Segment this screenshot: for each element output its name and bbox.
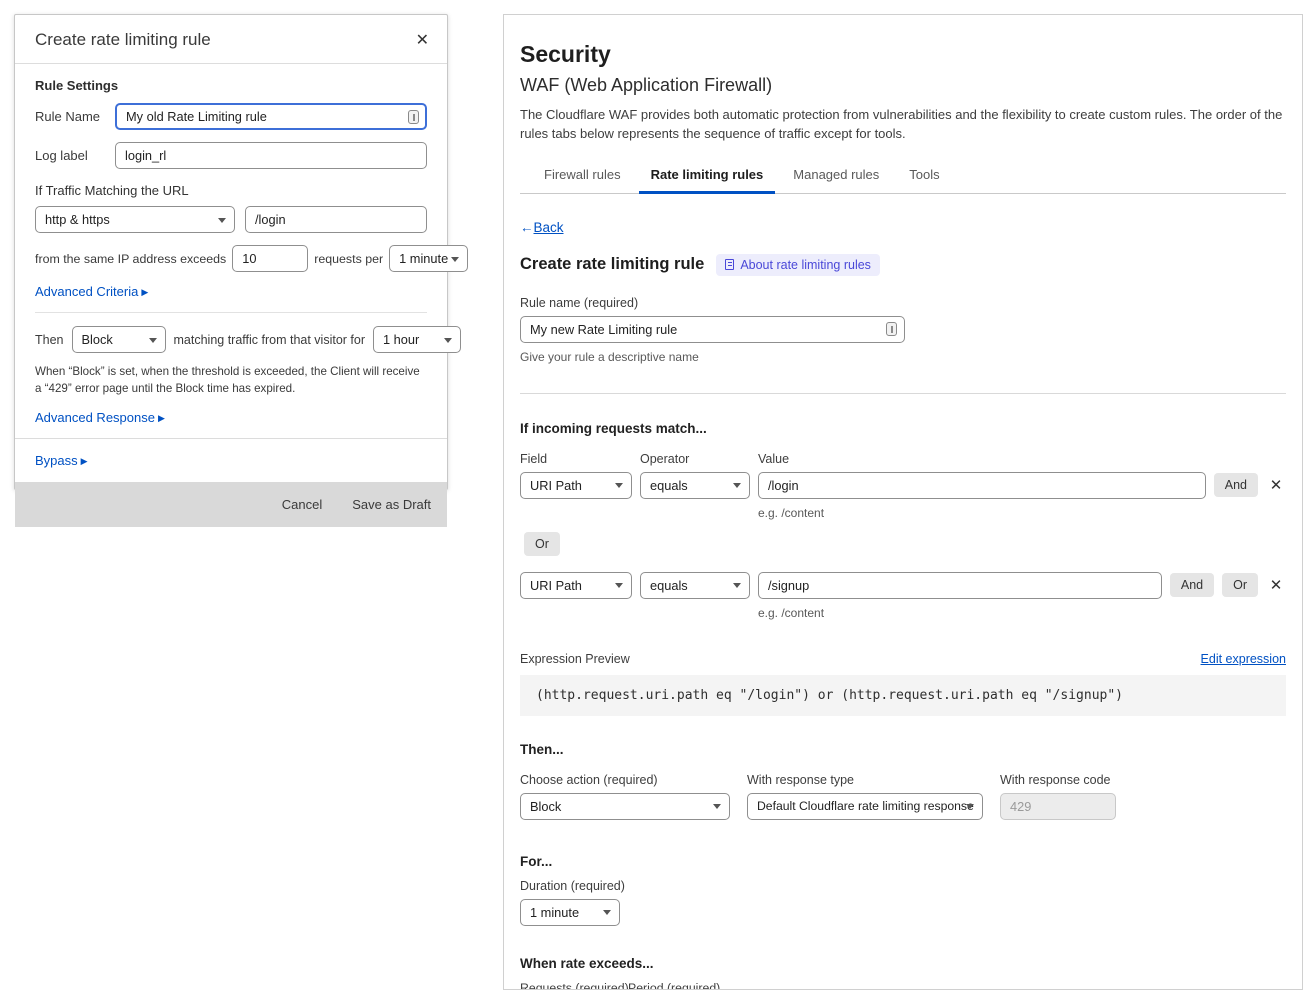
advanced-criteria-link[interactable]: Advanced Criteria▶ (35, 284, 427, 299)
threshold-period-select[interactable]: 1 minute (389, 245, 468, 272)
dialog-body: Rule Settings Rule Name Log label If Tra… (15, 64, 447, 482)
caret-down-icon (733, 583, 741, 588)
threshold-prefix-text: from the same IP address exceeds (35, 252, 226, 266)
period-label: Period (required) (628, 981, 720, 990)
scheme-select[interactable]: http & https (35, 206, 235, 233)
caret-down-icon (733, 483, 741, 488)
disclosure-triangle-icon: ▶ (141, 287, 148, 297)
caret-down-icon (966, 804, 974, 809)
caret-down-icon (444, 338, 452, 343)
response-code-label: With response code (1000, 773, 1116, 787)
field-select[interactable]: URI Path (520, 572, 632, 599)
log-label-input[interactable] (115, 142, 427, 169)
block-note: When “Block” is set, when the threshold … (35, 363, 427, 398)
action-select[interactable]: Block (72, 326, 166, 353)
rule-name-label: Rule Name (35, 109, 115, 124)
page-description: The Cloudflare WAF provides both automat… (520, 106, 1286, 144)
value-column-label: Value (758, 452, 789, 466)
back-arrow-icon: ← (520, 220, 534, 235)
rule-name-input[interactable] (520, 316, 905, 343)
log-label-label: Log label (35, 148, 115, 163)
password-manager-icon[interactable] (886, 322, 897, 336)
then-suffix-text: matching traffic from that visitor for (174, 333, 366, 347)
bypass-link[interactable]: Bypass▶ (35, 453, 427, 468)
rule-settings-heading: Rule Settings (35, 78, 427, 93)
operator-column-label: Operator (640, 452, 750, 466)
advanced-response-link[interactable]: Advanced Response▶ (35, 410, 427, 425)
waf-tabs: Firewall rules Rate limiting rules Manag… (520, 161, 1286, 194)
back-link[interactable]: ←Back (520, 220, 564, 235)
field-column-label: Field (520, 452, 632, 466)
response-type-select[interactable]: Default Cloudflare rate limiting respons… (747, 793, 983, 820)
tab-managed-rules[interactable]: Managed rules (781, 161, 891, 194)
dialog-title: Create rate limiting rule (35, 30, 211, 50)
remove-condition-icon[interactable]: ✕ (1266, 476, 1286, 494)
expression-code: (http.request.uri.path eq "/login") or (… (520, 675, 1286, 716)
value-hint: e.g. /content (758, 506, 1286, 520)
create-rate-limiting-rule-dialog: Create rate limiting rule ✕ Rule Setting… (14, 14, 448, 490)
traffic-match-label: If Traffic Matching the URL (35, 183, 427, 198)
tab-tools[interactable]: Tools (897, 161, 951, 194)
form-heading: Create rate limiting rule (520, 255, 704, 274)
tab-firewall-rules[interactable]: Firewall rules (532, 161, 633, 194)
close-icon[interactable]: ✕ (412, 30, 433, 50)
page-subtitle: WAF (Web Application Firewall) (520, 75, 1286, 96)
disclosure-triangle-icon: ▶ (158, 413, 165, 423)
caret-down-icon (713, 804, 721, 809)
field-select[interactable]: URI Path (520, 472, 632, 499)
value-hint: e.g. /content (758, 606, 1286, 620)
rule-name-help: Give your rule a descriptive name (520, 350, 1286, 364)
duration-label: Duration (required) (520, 879, 1286, 893)
page-title: Security (520, 41, 1286, 68)
divider (35, 312, 427, 313)
for-section-title: For... (520, 854, 1286, 869)
rule-name-label: Rule name (required) (520, 296, 1286, 310)
password-manager-icon[interactable] (408, 110, 419, 124)
dialog-footer: Cancel Save as Draft (15, 482, 447, 527)
divider (520, 393, 1286, 394)
remove-condition-icon[interactable]: ✕ (1266, 576, 1286, 594)
or-connector-button[interactable]: Or (524, 532, 560, 556)
match-section-title: If incoming requests match... (520, 421, 1286, 436)
edit-expression-link[interactable]: Edit expression (1201, 652, 1286, 666)
and-button[interactable]: And (1214, 473, 1258, 497)
caret-down-icon (603, 910, 611, 915)
choose-action-label: Choose action (required) (520, 773, 730, 787)
value-input[interactable] (758, 572, 1162, 599)
caret-down-icon (615, 483, 623, 488)
condition-row-1: URI Path equals And ✕ (520, 472, 1286, 499)
value-input[interactable] (758, 472, 1206, 499)
caret-down-icon (149, 338, 157, 343)
ban-duration-select[interactable]: 1 hour (373, 326, 461, 353)
cancel-button[interactable]: Cancel (282, 497, 322, 512)
operator-select[interactable]: equals (640, 472, 750, 499)
action-select[interactable]: Block (520, 793, 730, 820)
save-as-draft-button[interactable]: Save as Draft (352, 497, 431, 512)
requests-label: Requests (required) (520, 981, 620, 990)
response-code-input (1000, 793, 1116, 820)
then-label: Then (35, 333, 64, 347)
caret-down-icon (451, 257, 459, 262)
then-section-title: Then... (520, 742, 1286, 757)
caret-down-icon (218, 218, 226, 223)
tab-rate-limiting-rules[interactable]: Rate limiting rules (639, 161, 776, 194)
disclosure-triangle-icon: ▶ (81, 456, 88, 466)
and-button[interactable]: And (1170, 573, 1214, 597)
condition-row-2: URI Path equals And Or ✕ (520, 572, 1286, 599)
duration-select[interactable]: 1 minute (520, 899, 620, 926)
security-waf-panel: Security WAF (Web Application Firewall) … (503, 14, 1303, 990)
document-icon (725, 259, 734, 270)
expression-preview-label: Expression Preview (520, 652, 630, 666)
requests-per-text: requests per (314, 252, 383, 266)
dialog-header: Create rate limiting rule ✕ (15, 15, 447, 64)
url-pattern-input[interactable] (245, 206, 427, 233)
operator-select[interactable]: equals (640, 572, 750, 599)
rate-section-title: When rate exceeds... (520, 956, 1286, 971)
threshold-input[interactable] (232, 245, 308, 272)
about-rate-limiting-rules-badge[interactable]: About rate limiting rules (716, 254, 880, 276)
or-button[interactable]: Or (1222, 573, 1258, 597)
caret-down-icon (615, 583, 623, 588)
response-type-label: With response type (747, 773, 983, 787)
rule-name-input[interactable] (115, 103, 427, 130)
